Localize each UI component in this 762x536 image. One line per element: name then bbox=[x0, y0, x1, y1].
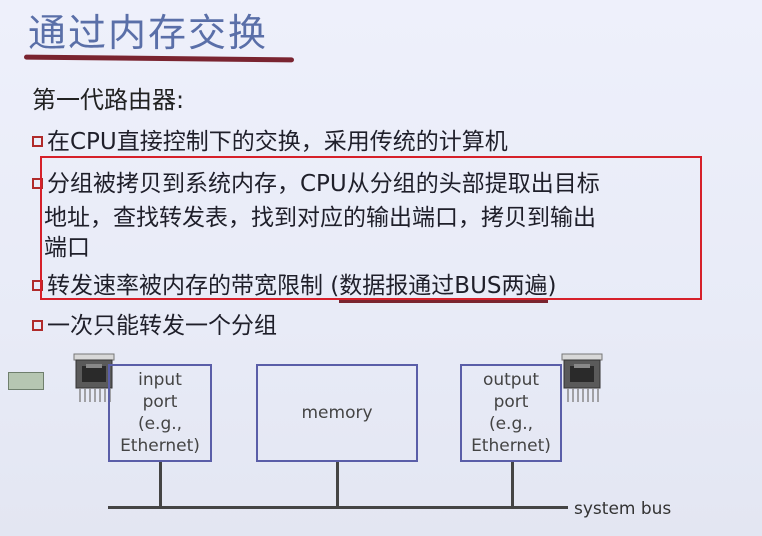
bullet-box-icon bbox=[32, 320, 43, 331]
input-port-box: input port (e.g., Ethernet) bbox=[108, 364, 212, 462]
input-port-label-1: input bbox=[138, 370, 182, 390]
output-port-label-3: (e.g., bbox=[488, 414, 534, 434]
bullet-4-text: 一次只能转发一个分组 bbox=[47, 313, 277, 339]
input-port-label-4: Ethernet) bbox=[120, 436, 200, 456]
system-bus-line bbox=[108, 506, 568, 509]
output-port-box: output port (e.g., Ethernet) bbox=[460, 364, 562, 462]
bullet-1-text: 在CPU直接控制下的交换，采用传统的计算机 bbox=[47, 129, 508, 155]
output-port-label-4: Ethernet) bbox=[471, 436, 551, 456]
system-bus-label: system bus bbox=[574, 499, 672, 519]
bullet-4: 一次只能转发一个分组 bbox=[32, 306, 277, 340]
slide-marker bbox=[8, 372, 44, 390]
memory-box: memory bbox=[256, 364, 418, 462]
ethernet-port-icon bbox=[561, 353, 603, 402]
memory-bus-connector bbox=[336, 462, 339, 508]
input-bus-connector bbox=[159, 462, 162, 508]
input-port-label-3: (e.g., bbox=[137, 414, 183, 434]
highlight-box bbox=[40, 156, 702, 300]
output-port-label-2: port bbox=[493, 392, 529, 412]
bullet-1: 在CPU直接控制下的交换，采用传统的计算机 bbox=[32, 122, 508, 156]
output-bus-connector bbox=[511, 462, 514, 508]
output-port-label-1: output bbox=[482, 370, 540, 390]
slide-subtitle: 第一代路由器: bbox=[32, 86, 185, 114]
input-port-label-2: port bbox=[142, 392, 178, 412]
slide-title: 通过内存交换 bbox=[28, 11, 269, 55]
bullet-box-icon bbox=[32, 136, 43, 147]
memory-label: memory bbox=[301, 403, 373, 423]
